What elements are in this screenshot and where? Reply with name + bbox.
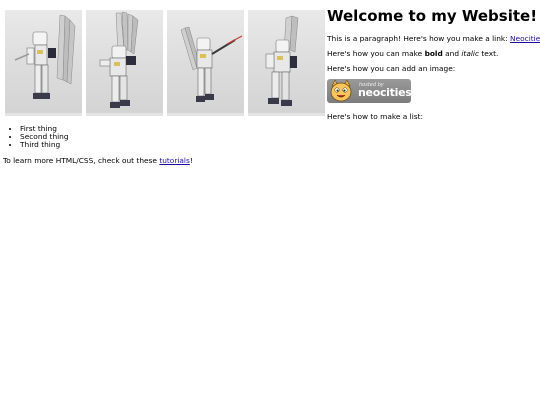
neocities-link[interactable]: Neocities: [510, 34, 540, 43]
main-content: Welcome to my Website! This is a paragra…: [327, 6, 540, 121]
bold-text: bold: [424, 49, 443, 58]
gallery-photo-1: [5, 10, 82, 116]
neocities-cat-icon: [330, 80, 352, 102]
footer-end: !: [189, 156, 193, 165]
robot-figure-image: [99, 11, 139, 108]
photo-gallery: [4, 10, 326, 118]
footer-paragraph: To learn more HTML/CSS, check out these …: [3, 156, 193, 166]
bullet-list: First thing Second thing Third thing: [0, 125, 69, 149]
list-item: Third thing: [20, 141, 69, 149]
italic-text: italic: [461, 49, 480, 58]
hosted-by-neocities-badge[interactable]: hosted by neocities: [327, 79, 411, 103]
paragraph-bold-and: and: [442, 49, 462, 58]
footer-text: To learn more HTML/CSS, check out these: [3, 156, 160, 165]
page-title: Welcome to my Website!: [327, 7, 538, 25]
gallery-photo-2: [86, 10, 163, 116]
paragraph-link: This is a paragraph! Here's how you make…: [327, 34, 540, 44]
robot-figure-image: [14, 14, 76, 99]
gallery-photo-4: [248, 10, 325, 116]
paragraph-list: Here's how to make a list:: [327, 112, 423, 121]
paragraph-link-text: This is a paragraph! Here's how you make…: [327, 34, 511, 43]
paragraph-image: Here's how you can add an image:: [327, 64, 456, 73]
badge-neocities-text: neocities: [358, 86, 411, 99]
paragraph-bold-intro: Here's how you can make: [327, 49, 425, 58]
page: Welcome to my Website! This is a paragra…: [0, 0, 540, 405]
paragraph-bold-italic: Here's how you can make bold and italic …: [327, 49, 498, 59]
robot-figure-image: [180, 26, 243, 102]
robot-figure-image: [265, 15, 299, 106]
tutorials-link[interactable]: tutorials: [159, 156, 190, 165]
paragraph-bold-end: text.: [479, 49, 499, 58]
gallery-photo-3: [167, 10, 244, 116]
